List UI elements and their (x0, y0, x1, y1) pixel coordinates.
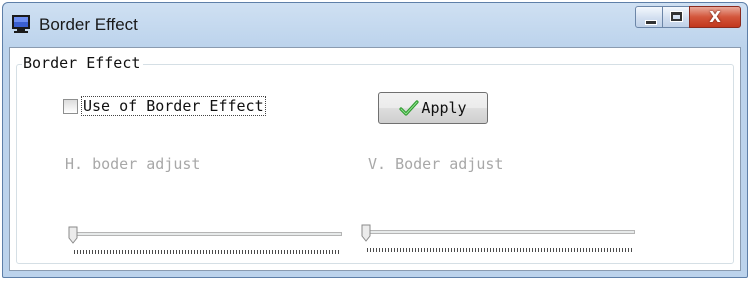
h-border-adjust-label: H. boder adjust (65, 155, 201, 173)
window-title: Border Effect (39, 15, 138, 34)
apply-button[interactable]: Apply (378, 92, 488, 124)
minimize-button[interactable] (635, 6, 663, 28)
use-border-effect-checkbox[interactable] (63, 98, 78, 114)
v-border-adjust-label: V. Boder adjust (368, 155, 504, 173)
close-button[interactable]: X (689, 6, 741, 28)
v-border-slider[interactable] (361, 224, 635, 254)
green-check-icon (399, 100, 420, 116)
maximize-icon (670, 11, 683, 22)
v-slider-ticks (367, 248, 633, 252)
h-slider-track (72, 232, 342, 236)
group-legend: Border Effect (22, 54, 144, 72)
v-slider-track (365, 230, 635, 234)
apply-button-label: Apply (421, 99, 467, 117)
h-slider-ticks (74, 250, 340, 254)
h-border-slider[interactable] (68, 226, 342, 256)
use-border-effect-checkbox-row[interactable]: Use of Border Effect (63, 96, 266, 116)
v-slider-thumb[interactable] (361, 224, 371, 242)
caption-buttons: X (635, 6, 741, 30)
close-icon: X (709, 8, 721, 26)
h-slider-thumb[interactable] (68, 226, 78, 244)
use-border-effect-label[interactable]: Use of Border Effect (81, 96, 266, 116)
monitor-app-icon[interactable] (11, 14, 31, 34)
title-bar[interactable]: Border Effect X (3, 3, 747, 47)
dialog-client-area: Border Effect Use of Border Effect Apply… (9, 47, 741, 271)
main-window: Border Effect X Border Effect Use of Bor… (2, 2, 748, 278)
minimize-icon (645, 20, 657, 25)
maximize-button[interactable] (662, 6, 690, 28)
